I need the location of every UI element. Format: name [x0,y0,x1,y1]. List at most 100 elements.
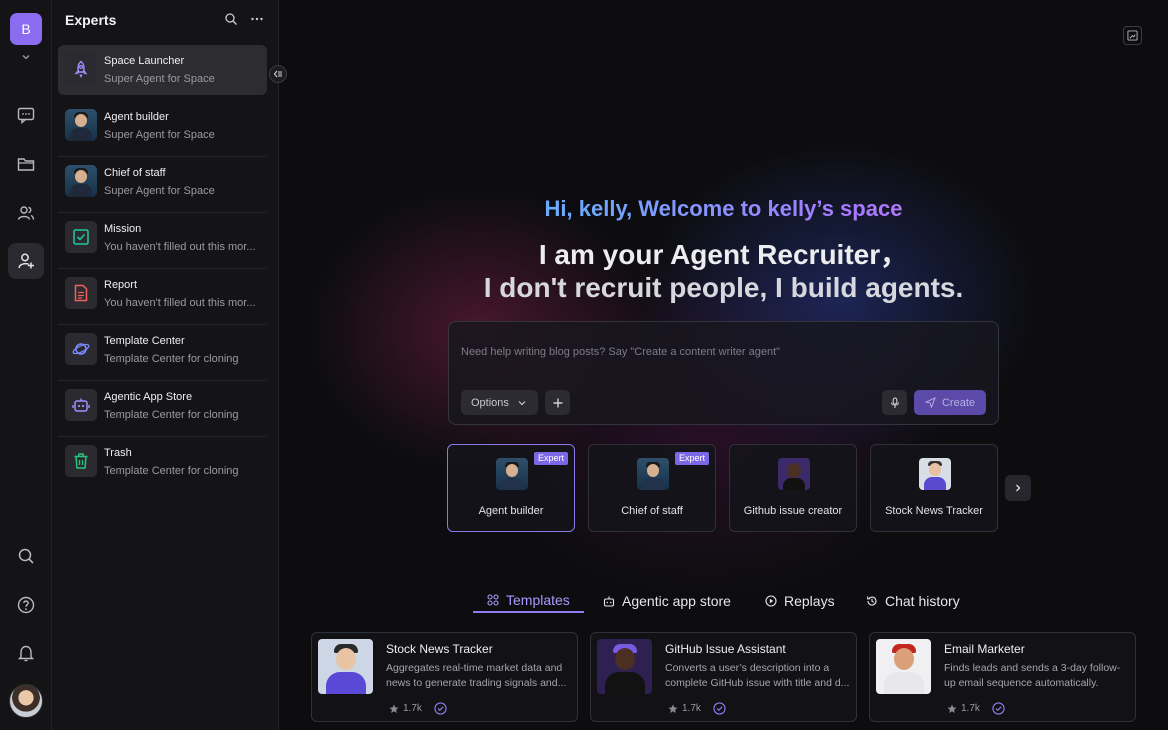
template-card-email-marketer[interactable]: Email Marketer Finds leads and sends a 3… [869,632,1136,722]
expert-list: Space Launcher Super Agent for Space Age… [58,45,267,493]
next-cards-button[interactable] [1005,475,1031,501]
agent-card-label: Agent builder [478,505,544,517]
agent-card-label: Github issue creator [743,505,843,517]
plus-icon [553,398,562,407]
email-marketer-avatar [876,639,931,694]
agent-builder-avatar [65,109,97,141]
prompt-box: Options Create [448,321,999,425]
checkbox-icon [65,221,97,253]
expert-subtitle: Super Agent for Space [104,185,215,197]
send-icon [924,397,936,408]
template-meta: 1.7k [389,702,451,715]
tab-agentic-app-store[interactable]: Agentic app store [603,588,731,613]
headline-line-2: I don't recruit people, I build agents. [483,272,964,303]
prompt-input[interactable] [461,332,981,372]
expert-item-chief-of-staff[interactable]: Chief of staff Super Agent for Space [58,157,267,213]
agent-card-stock-news-tracker[interactable]: Stock News Tracker [870,444,998,532]
icon-rail: B [0,0,52,730]
star-icon [668,704,678,713]
expert-name: Chief of staff [104,167,166,179]
expert-subtitle: You haven't filled out this mor... [104,297,256,309]
bell-icon[interactable] [8,635,44,671]
verified-icon [434,702,447,715]
star-count: 1.7k [961,703,980,714]
greeting: Hi, kelly, Welcome to kelly’s space [279,196,1168,222]
play-icon [765,594,777,607]
template-title: Stock News Tracker [386,642,493,656]
headline-line-1: I am your Agent Recruiter， [538,239,909,270]
template-meta: 1.7k [947,702,1009,715]
document-icon [65,277,97,309]
options-dropdown[interactable]: Options [461,390,538,415]
robot-icon [65,389,97,421]
verified-icon [992,702,1005,715]
history-icon [866,595,877,606]
expert-badge: Expert [675,452,710,465]
template-card-stock-news-tracker[interactable]: Stock News Tracker Aggregates real-time … [311,632,578,722]
expert-item-report[interactable]: Report You haven't filled out this mor..… [58,269,267,325]
stock-agent-avatar [919,458,951,490]
tab-templates[interactable]: Templates [473,588,584,613]
experts-panel: Experts Space Launcher Super Agent for S… [52,0,279,730]
github-assistant-avatar [597,639,652,694]
agent-card-label: Stock News Tracker [885,505,983,517]
expert-item-trash[interactable]: Trash Template Center for cloning [58,437,267,493]
expert-item-template-center[interactable]: Template Center Template Center for clon… [58,325,267,381]
agent-card-github-issue-creator[interactable]: Github issue creator [729,444,857,532]
chief-of-staff-avatar [65,165,97,197]
add-button[interactable] [545,390,570,415]
expert-name: Agent builder [104,111,169,123]
expert-name: Space Launcher [104,55,185,67]
trash-icon [65,445,97,477]
search-icon[interactable] [224,12,238,26]
users-icon[interactable] [8,195,44,231]
help-icon[interactable] [8,587,44,623]
user-avatar[interactable] [9,684,43,718]
agent-cards: Expert Agent builder Expert Chief of sta… [447,444,1047,532]
verified-icon [713,702,726,715]
microphone-icon [890,396,899,408]
chat-icon[interactable] [8,97,44,133]
chevron-down-icon [518,400,526,405]
rocket-icon [65,53,97,85]
search-icon[interactable] [8,538,44,574]
star-icon [389,704,399,713]
expert-subtitle: Super Agent for Space [104,73,215,85]
create-label: Create [941,396,976,409]
star-count: 1.7k [403,703,422,714]
main-content: Hi, kelly, Welcome to kelly’s space I am… [279,0,1168,730]
template-cards: Stock News Tracker Aggregates real-time … [311,632,1141,722]
collapse-panel-icon[interactable] [269,65,287,83]
template-description: Finds leads and sends a 3-day follow-up … [944,662,1121,689]
expert-item-mission[interactable]: Mission You haven't filled out this mor.… [58,213,267,269]
agent-card-chief-of-staff[interactable]: Expert Chief of staff [588,444,716,532]
grid-icon [487,593,499,606]
more-icon[interactable] [250,12,264,26]
chevron-down-icon[interactable] [20,51,32,63]
expert-subtitle: Template Center for cloning [104,353,239,365]
expert-name: Template Center [104,335,185,347]
expert-item-agentic-app-store[interactable]: Agentic App Store Template Center for cl… [58,381,267,437]
workspace-avatar[interactable]: B [10,13,42,45]
expand-icon[interactable] [1123,26,1142,45]
expert-name: Agentic App Store [104,391,193,403]
expert-item-agent-builder[interactable]: Agent builder Super Agent for Space [58,101,267,157]
agent-card-agent-builder[interactable]: Expert Agent builder [447,444,575,532]
stock-tracker-avatar [318,639,373,694]
expert-subtitle: You haven't filled out this mor... [104,241,256,253]
add-expert-icon[interactable] [8,243,44,279]
template-card-github-issue-assistant[interactable]: GitHub Issue Assistant Converts a user’s… [590,632,857,722]
create-button[interactable]: Create [914,390,986,415]
template-description: Aggregates real-time market data and new… [386,662,567,689]
expert-subtitle: Template Center for cloning [104,409,239,421]
folder-icon[interactable] [8,146,44,182]
workspace-initial: B [21,21,31,37]
microphone-button[interactable] [882,390,907,415]
chief-of-staff-avatar [637,458,669,490]
panel-title: Experts [65,12,117,28]
tab-replays[interactable]: Replays [765,588,835,613]
tab-chat-history[interactable]: Chat history [866,588,960,613]
agent-card-label: Chief of staff [621,505,683,517]
expert-subtitle: Super Agent for Space [104,129,215,141]
expert-item-space-launcher[interactable]: Space Launcher Super Agent for Space [58,45,267,95]
